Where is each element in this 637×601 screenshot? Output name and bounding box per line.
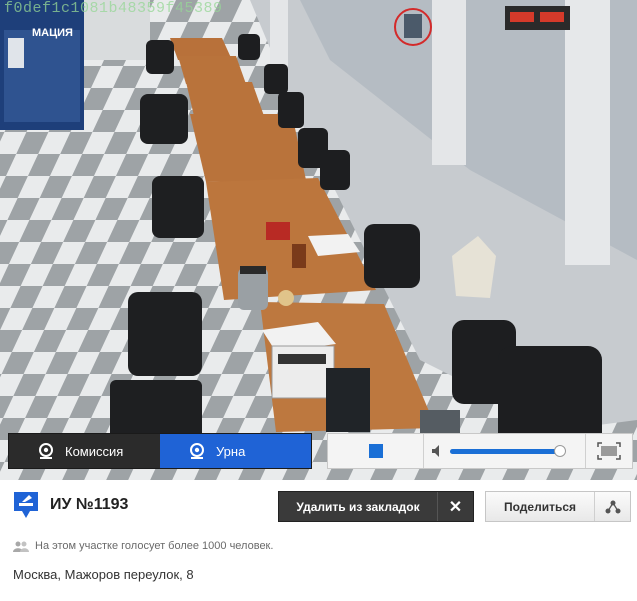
urn-camera-label: Урна: [216, 443, 246, 459]
remove-bookmark-button[interactable]: Удалить из закладок ✕: [278, 491, 474, 522]
volume-control: [424, 434, 586, 468]
room-scene: МАЦИЯ: [0, 0, 637, 480]
volume-handle[interactable]: [554, 444, 567, 457]
urn-camera-button[interactable]: Урна: [160, 434, 311, 468]
share-icon-wrap: [594, 492, 630, 521]
voters-note: На этом участке голосует более 1000 чело…: [13, 540, 273, 552]
player-controls: [327, 433, 633, 469]
close-icon: ✕: [437, 492, 473, 521]
commission-camera-label: Комиссия: [65, 443, 124, 459]
stop-button[interactable]: [328, 434, 424, 468]
share-label: Поделиться: [503, 499, 577, 514]
webcam-icon: [190, 443, 204, 459]
camera-feed[interactable]: МАЦИЯ f0def1c1081b48359f45389: [0, 0, 637, 480]
volume-fill: [450, 448, 561, 454]
stream-id-overlay: f0def1c1081b48359f45389: [4, 0, 223, 17]
page-root: МАЦИЯ f0def1c1081b48359f45389 Комиссия У…: [0, 0, 637, 601]
speaker-icon[interactable]: [432, 445, 442, 457]
station-title: ИУ №1193: [50, 496, 129, 513]
station-address: Москва, Мажоров переулок, 8: [13, 567, 194, 582]
fullscreen-icon: [597, 442, 621, 460]
share-icon: [605, 500, 620, 513]
stop-icon: [368, 444, 383, 458]
ballot-pin-icon: [14, 492, 38, 518]
camera-switch: Комиссия Урна: [8, 433, 312, 469]
volume-slider[interactable]: [450, 444, 567, 457]
people-icon: [13, 541, 29, 552]
fullscreen-button[interactable]: [586, 434, 632, 468]
wall-sign-text: МАЦИЯ: [32, 27, 73, 39]
voters-note-text: На этом участке голосует более 1000 чело…: [35, 540, 274, 552]
share-button[interactable]: Поделиться: [485, 491, 631, 522]
webcam-icon: [39, 443, 53, 459]
remove-bookmark-label: Удалить из закладок: [296, 499, 420, 514]
commission-camera-button[interactable]: Комиссия: [9, 434, 160, 468]
